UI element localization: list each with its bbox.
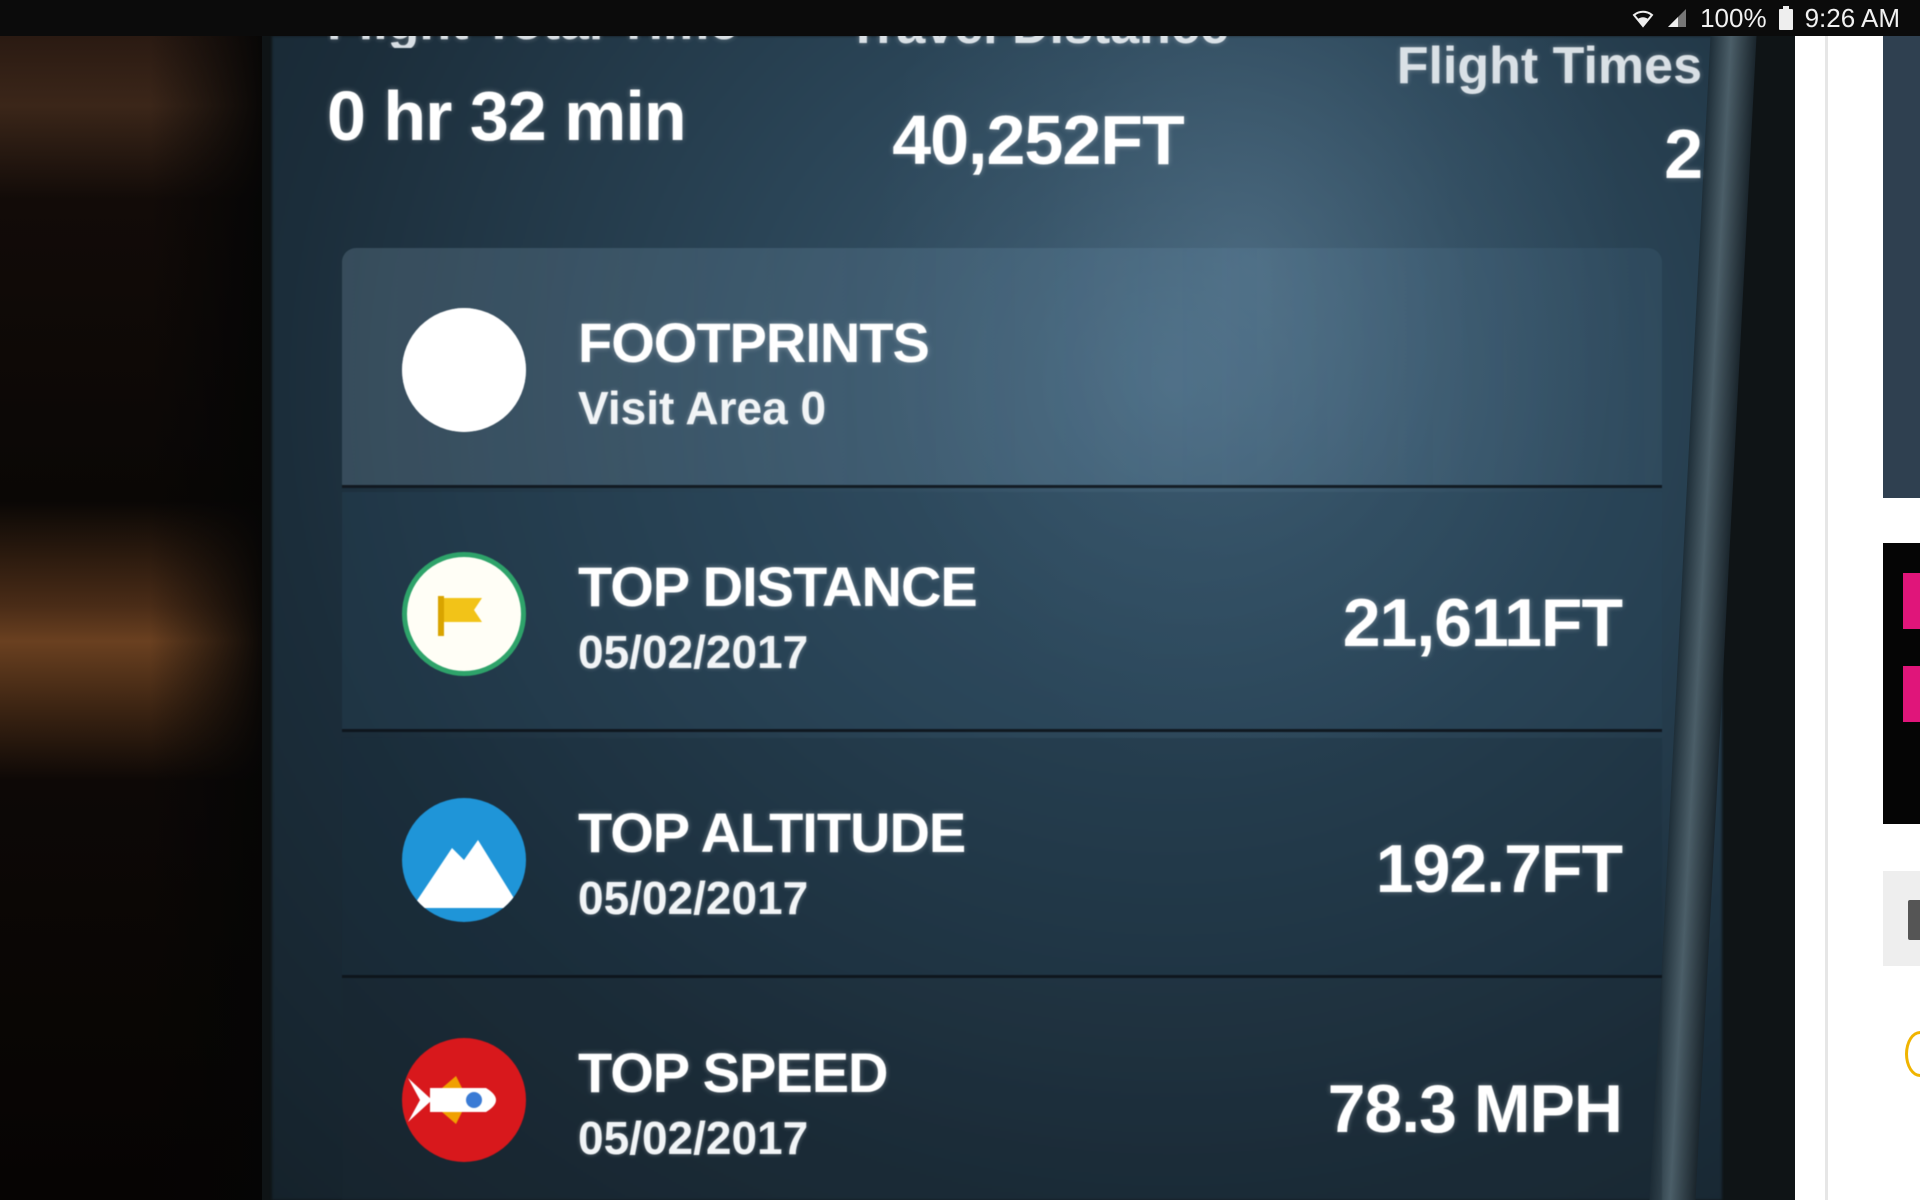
records-list: FOOTPRINTS Visit Area 0 TOP DISTANCE 05/… (342, 248, 1662, 1200)
record-title: TOP SPEED (578, 1041, 888, 1104)
record-top-speed[interactable]: TOP SPEED 05/02/2017 78.3 MPH (342, 978, 1662, 1200)
stat-travel-distance: Travel Distance 40,252FT (828, 36, 1248, 180)
summary-stats: Flight Total Time 0 hr 32 min Travel Dis… (272, 36, 1722, 236)
mountain-icon (402, 798, 526, 922)
comment-icon (1908, 900, 1920, 940)
record-value: 192.7FT (1375, 831, 1623, 907)
stat-label: Flight Times (1396, 37, 1702, 95)
ad-text-fragment (1903, 666, 1920, 722)
record-value: 78.3 MPH (1327, 1071, 1623, 1147)
record-top-distance[interactable]: TOP DISTANCE 05/02/2017 21,611FT (342, 492, 1662, 732)
stat-label: Travel Distance (828, 36, 1248, 52)
thumbnail-image[interactable] (1883, 36, 1920, 498)
stat-flight-times: Flight Times 2 (1362, 36, 1703, 194)
record-top-altitude[interactable]: TOP ALTITUDE 05/02/2017 192.7FT (342, 738, 1662, 978)
record-subtitle: 05/02/2017 (578, 1112, 809, 1164)
stat-value: 0 hr 32 min (327, 77, 687, 155)
flag-icon (402, 552, 526, 676)
battery-percent: 100% (1700, 2, 1767, 33)
record-text: TOP ALTITUDE 05/02/2017 (578, 800, 966, 925)
record-title: FOOTPRINTS (578, 311, 930, 374)
record-subtitle: Visit Area 0 (578, 382, 827, 434)
record-title: TOP ALTITUDE (578, 801, 966, 864)
status-bar: 100% 9:26 AM (0, 0, 1920, 36)
rocket-icon (402, 1038, 526, 1162)
record-subtitle: 05/02/2017 (578, 872, 809, 924)
record-text: TOP DISTANCE 05/02/2017 (578, 554, 978, 679)
stat-flight-time: Flight Total Time 0 hr 32 min (327, 36, 738, 156)
avatar[interactable] (1905, 1031, 1920, 1077)
signal-icon (1666, 7, 1688, 29)
stat-label: Flight Total Time (327, 36, 738, 48)
photo-scene: Flight Total Time 0 hr 32 min Travel Dis… (0, 36, 1920, 1200)
panel-divider (1825, 36, 1828, 1200)
ad-text-fragment (1903, 573, 1920, 629)
side-web-panel (1795, 36, 1920, 1200)
footprints-icon (402, 308, 526, 432)
background-left (0, 36, 270, 1200)
stat-value: 40,252FT (892, 101, 1185, 179)
record-text: FOOTPRINTS Visit Area 0 (578, 310, 930, 435)
record-text: TOP SPEED 05/02/2017 (578, 1040, 888, 1165)
wifi-icon (1632, 7, 1654, 29)
flight-records-app: Flight Total Time 0 hr 32 min Travel Dis… (272, 36, 1722, 1200)
record-title: TOP DISTANCE (578, 555, 978, 618)
record-value: 21,611FT (1342, 585, 1623, 661)
record-footprints[interactable]: FOOTPRINTS Visit Area 0 (342, 248, 1662, 488)
record-subtitle: 05/02/2017 (578, 626, 809, 678)
stat-value: 2 (1664, 115, 1703, 193)
battery-icon (1778, 6, 1793, 30)
clock: 9:26 AM (1804, 2, 1900, 33)
